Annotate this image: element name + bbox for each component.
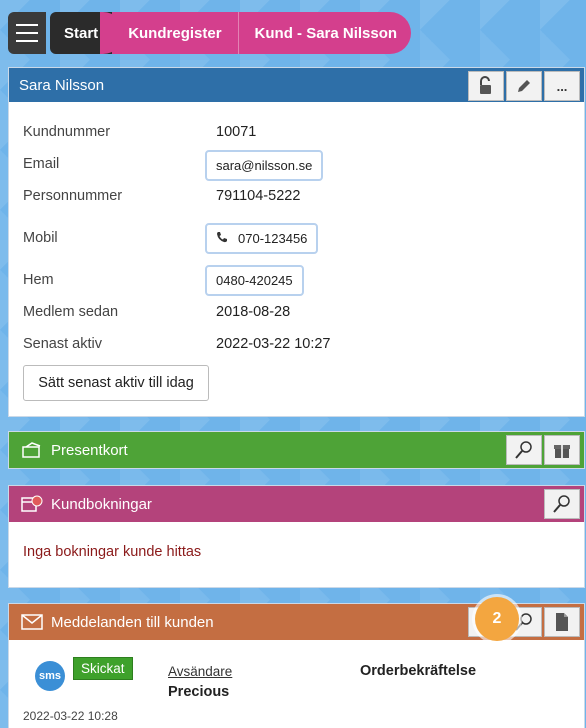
giftcard-panel-header[interactable]: Presentkort — [9, 432, 584, 468]
personnummer-value: 791104-5222 — [216, 188, 301, 204]
calendar-icon — [21, 494, 43, 514]
giftcard-search-button[interactable] — [506, 435, 542, 465]
bookings-search-button[interactable] — [544, 489, 580, 519]
set-active-today-button[interactable]: Sätt senast aktiv till idag — [23, 365, 209, 401]
hem-label: Hem — [23, 272, 54, 288]
email-link[interactable]: sara@nilsson.se — [205, 150, 324, 181]
breadcrumb-kundregister-label: Kundregister — [128, 24, 222, 42]
senast-aktiv-label: Senast aktiv — [23, 336, 102, 352]
kundnummer-value: 10071 — [216, 124, 257, 140]
bookings-panel-header[interactable]: Kundbokningar — [9, 486, 584, 522]
bookings-toolbar — [544, 489, 580, 519]
unlock-icon — [480, 76, 491, 94]
unlock-button[interactable] — [468, 71, 504, 101]
search-icon — [515, 441, 532, 459]
message-date: 2022-03-22 10:28 — [23, 709, 118, 723]
message-subject[interactable]: Orderbekräftelse — [360, 663, 476, 679]
bookings-title: Kundbokningar — [51, 495, 152, 513]
customer-panel-header: Sara Nilsson ... — [9, 68, 584, 102]
top-navigation: Start Kundregister Kund - Sara Nilsson — [8, 12, 412, 54]
breadcrumb-kundregister[interactable]: Kundregister — [100, 12, 238, 54]
messages-title: Meddelanden till kunden — [51, 613, 214, 631]
personnummer-label: Personnummer — [23, 188, 123, 204]
giftcard-title: Presentkort — [51, 441, 128, 459]
customer-panel: Sara Nilsson ... Kundnummer 10071 Email … — [8, 67, 585, 417]
mobil-link[interactable]: 070-123456 — [205, 223, 319, 254]
search-icon — [553, 495, 570, 513]
hamburger-menu-icon[interactable] — [8, 12, 46, 54]
breadcrumb-current[interactable]: Kund - Sara Nilsson — [237, 12, 412, 54]
giftcard-panel: Presentkort — [8, 431, 585, 469]
edit-button[interactable] — [506, 71, 542, 101]
envelope-icon — [21, 612, 43, 632]
document-icon — [556, 613, 568, 631]
bookings-empty-message: Inga bokningar kunde hittas — [23, 544, 202, 560]
giftcard-icon — [21, 440, 43, 460]
mobil-value: 070-123456 — [238, 231, 308, 246]
senast-aktiv-value: 2022-03-22 10:27 — [216, 336, 331, 352]
medlem-sedan-label: Medlem sedan — [23, 304, 119, 320]
messages-new-button[interactable] — [544, 607, 580, 637]
pencil-icon — [518, 80, 530, 92]
phone-icon — [216, 231, 228, 246]
gift-box-icon — [554, 445, 570, 458]
message-status-badge: Skickat — [73, 657, 133, 680]
giftcard-add-button[interactable] — [544, 435, 580, 465]
mobil-label: Mobil — [23, 230, 58, 246]
customer-toolbar: ... — [468, 71, 580, 101]
bookings-panel: Kundbokningar Inga bokningar kunde hitta… — [8, 485, 585, 588]
hem-link[interactable]: 0480-420245 — [205, 265, 304, 296]
email-label: Email — [23, 156, 60, 172]
giftcard-toolbar — [506, 435, 580, 465]
medlem-sedan-value: 2018-08-28 — [216, 304, 291, 320]
sender-name: Precious — [168, 684, 230, 700]
notification-count-badge[interactable]: 2 — [475, 597, 519, 641]
customer-name-title: Sara Nilsson — [19, 76, 105, 94]
sms-icon: sms — [35, 661, 65, 691]
more-options-button[interactable]: ... — [544, 71, 580, 101]
kundnummer-label: Kundnummer — [23, 124, 111, 140]
sender-label: Avsändare — [168, 664, 233, 679]
